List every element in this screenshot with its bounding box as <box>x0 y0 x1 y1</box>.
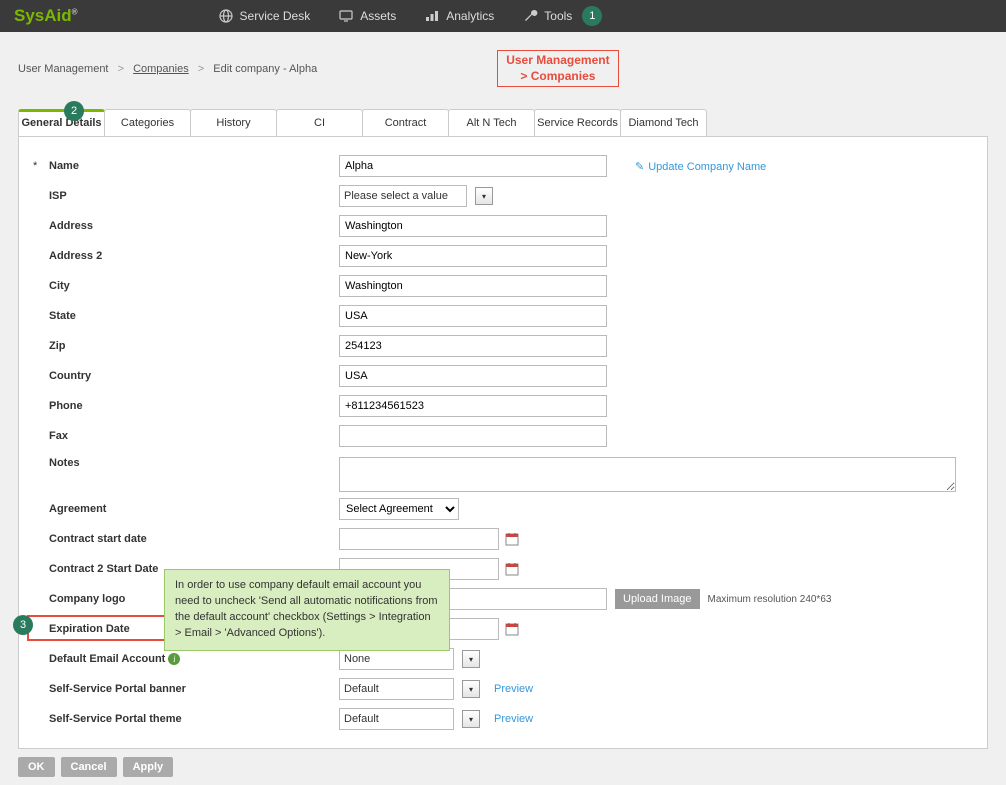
globe-icon <box>218 8 234 24</box>
label-phone: Phone <box>49 400 83 412</box>
tab-diamond-tech[interactable]: Diamond Tech <box>620 109 707 136</box>
portal-theme-toggle[interactable]: ▾ <box>462 710 480 728</box>
top-navbar: SysAid® Service Desk Assets Analytics To… <box>0 0 1006 32</box>
preview-theme-link[interactable]: Preview <box>494 713 533 725</box>
info-icon[interactable]: i <box>168 653 180 665</box>
label-contract-start: Contract start date <box>49 533 147 545</box>
label-notes: Notes <box>49 457 80 469</box>
tabs: General Details Categories History CI Co… <box>18 109 988 137</box>
label-expiration: Expiration Date <box>49 623 130 635</box>
label-portal-theme: Self-Service Portal theme <box>49 713 182 725</box>
zip-input[interactable] <box>339 335 607 357</box>
phone-input[interactable] <box>339 395 607 417</box>
brand-logo: SysAid® <box>14 6 78 26</box>
address2-input[interactable] <box>339 245 607 267</box>
label-country: Country <box>49 370 91 382</box>
nav-analytics[interactable]: Analytics <box>424 8 494 24</box>
label-zip: Zip <box>49 340 66 352</box>
portal-banner-toggle[interactable]: ▾ <box>462 680 480 698</box>
chart-icon <box>424 8 440 24</box>
state-input[interactable] <box>339 305 607 327</box>
label-state: State <box>49 310 76 322</box>
tab-history[interactable]: History <box>190 109 277 136</box>
label-isp: ISP <box>49 190 67 202</box>
badge-1: 1 <box>582 6 602 26</box>
isp-dropdown-toggle[interactable]: ▾ <box>475 187 493 205</box>
form-panel: *Name ✎Update Company Name ISP Please se… <box>18 137 988 749</box>
label-address: Address <box>49 220 93 232</box>
apply-button[interactable]: Apply <box>123 757 174 777</box>
address-input[interactable] <box>339 215 607 237</box>
tab-alt-n-tech[interactable]: Alt N Tech <box>448 109 535 136</box>
pencil-icon: ✎ <box>635 161 644 173</box>
calendar-icon[interactable] <box>505 562 519 576</box>
name-input[interactable] <box>339 155 607 177</box>
agreement-select[interactable]: Select Agreement <box>339 498 459 520</box>
default-email-dropdown[interactable]: None <box>339 648 454 670</box>
tab-categories[interactable]: Categories <box>104 109 191 136</box>
label-contract2-start: Contract 2 Start Date <box>49 563 158 575</box>
monitor-icon <box>338 8 354 24</box>
label-agreement: Agreement <box>49 503 106 515</box>
tab-general-details[interactable]: General Details <box>18 109 105 136</box>
label-portal-banner: Self-Service Portal banner <box>49 683 186 695</box>
fax-input[interactable] <box>339 425 607 447</box>
country-input[interactable] <box>339 365 607 387</box>
cancel-button[interactable]: Cancel <box>61 757 117 777</box>
tab-service-records[interactable]: Service Records <box>534 109 621 136</box>
tab-contract[interactable]: Contract <box>362 109 449 136</box>
preview-banner-link[interactable]: Preview <box>494 683 533 695</box>
isp-dropdown[interactable]: Please select a value <box>339 185 467 207</box>
portal-theme-dropdown[interactable]: Default <box>339 708 454 730</box>
contract-start-input[interactable] <box>339 528 499 550</box>
ok-button[interactable]: OK <box>18 757 55 777</box>
breadcrumb-root: User Management <box>18 63 109 75</box>
breadcrumb-companies-link[interactable]: Companies <box>133 63 189 75</box>
notes-textarea[interactable] <box>339 457 956 492</box>
portal-banner-dropdown[interactable]: Default <box>339 678 454 700</box>
label-city: City <box>49 280 70 292</box>
action-buttons: OK Cancel Apply <box>0 749 1006 785</box>
label-address2: Address 2 <box>49 250 102 262</box>
label-default-email: Default Email Account <box>49 653 165 665</box>
default-email-toggle[interactable]: ▾ <box>462 650 480 668</box>
tab-ci[interactable]: CI <box>276 109 363 136</box>
upload-image-button[interactable]: Upload Image <box>615 589 700 609</box>
calendar-icon[interactable] <box>505 622 519 636</box>
city-input[interactable] <box>339 275 607 297</box>
breadcrumb-row: User Management > Companies > Edit compa… <box>0 32 1006 95</box>
update-company-name-link[interactable]: Update Company Name <box>648 161 766 173</box>
wrench-icon <box>522 8 538 24</box>
calendar-icon[interactable] <box>505 532 519 546</box>
label-name: Name <box>49 160 79 172</box>
nav-assets[interactable]: Assets <box>338 8 396 24</box>
label-logo: Company logo <box>49 593 125 605</box>
resolution-hint: Maximum resolution 240*63 <box>708 594 832 605</box>
label-fax: Fax <box>49 430 68 442</box>
breadcrumb-current: Edit company - Alpha <box>213 63 317 75</box>
tooltip-default-email: In order to use company default email ac… <box>164 569 450 651</box>
callout-user-management: User Management > Companies <box>497 50 618 87</box>
nav-tools[interactable]: Tools 1 <box>522 6 602 26</box>
breadcrumb: User Management > Companies > Edit compa… <box>18 63 317 75</box>
nav-service-desk[interactable]: Service Desk <box>218 8 311 24</box>
